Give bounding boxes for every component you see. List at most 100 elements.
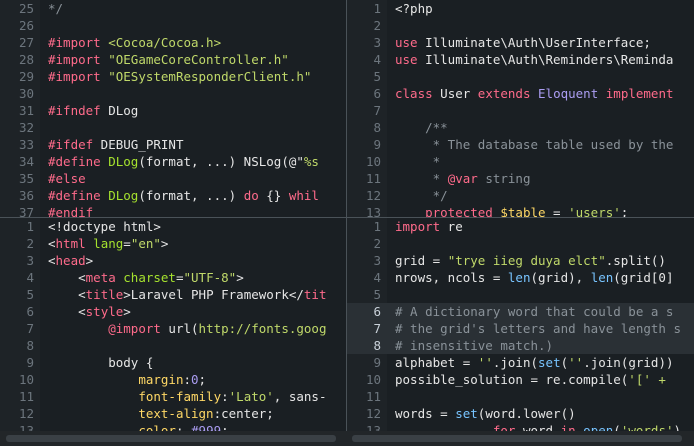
code-line[interactable]: 32 (0, 119, 346, 136)
code-token: < (48, 253, 56, 268)
code-token: protected (395, 205, 493, 217)
line-number: 3 (373, 35, 381, 50)
code-line[interactable]: 8 # insensitive match.) (347, 337, 694, 354)
code-line[interactable]: 7 @import url(http://fonts.goog (0, 320, 346, 337)
editor-pane-objc[interactable]: 25 */ 26 27 #import <Cocoa/Cocoa.h> 28 #import… (0, 0, 346, 217)
code-line[interactable]: 1 <!doctype html> (0, 218, 346, 235)
line-number: 9 (26, 355, 34, 370)
code-line[interactable]: 2 <html lang="en"> (0, 235, 346, 252)
code-line[interactable]: 27 #import <Cocoa/Cocoa.h> (0, 34, 346, 51)
code-token: class (395, 86, 433, 101)
code-token: re (440, 219, 463, 234)
code-line[interactable]: 12 text-align:center; (0, 405, 346, 422)
code-line[interactable]: 4 <meta charset="UTF-8"> (0, 269, 346, 286)
code-line[interactable]: 3 grid = "trye iieg duya elct".split() (347, 252, 694, 269)
code-line[interactable]: 9 * The database table used by the (347, 136, 694, 153)
code-line[interactable]: 1 <?php (347, 0, 694, 17)
code-line[interactable]: 9 alphabet = ''.join(set(''.join(grid)) (347, 354, 694, 371)
scrollbar-thumb[interactable] (352, 435, 682, 442)
code-line[interactable]: 8 (0, 337, 346, 354)
code-token: nrows, ncols = (395, 270, 508, 285)
code-line[interactable]: 11 (347, 388, 694, 405)
code-line[interactable]: 37 #endif (0, 204, 346, 217)
line-number: 11 (365, 389, 381, 404)
code-line[interactable]: 36 #define DLog(format, ...) do {} whil (0, 187, 346, 204)
code-line[interactable]: 7 # the grid's letters and have length s (347, 320, 694, 337)
code-line[interactable]: 5 (347, 68, 694, 85)
code-line[interactable]: 11 font-family:'Lato', sans- (0, 388, 346, 405)
code-text: import re (395, 218, 463, 235)
code-token: '' (568, 355, 584, 370)
code-line[interactable]: 31 #ifndef DLog (0, 102, 346, 119)
code-text: words = set(word.lower() (395, 405, 576, 422)
code-line[interactable]: 1 import re (347, 218, 694, 235)
code-token: in (560, 423, 576, 431)
horizontal-scrollbar[interactable] (0, 431, 694, 446)
code-line[interactable]: 3 <head> (0, 252, 346, 269)
code-line[interactable]: 3 use Illuminate\Auth\UserInterface; (347, 34, 694, 51)
code-line[interactable]: 13 for word in open('words') (347, 422, 694, 431)
code-line[interactable]: 13 color: #999; (0, 422, 346, 431)
code-line[interactable]: 5 <title>Laravel PHP Framework</tit (0, 286, 346, 303)
code-line[interactable]: 6 <style> (0, 303, 346, 320)
code-text: #ifdef DEBUG_PRINT (48, 136, 183, 153)
code-line[interactable]: 28 #import "OEGameCoreController.h" (0, 51, 346, 68)
editor-pane-php[interactable]: 1 <?php 2 3 use Illuminate\Auth\UserInterfac… (347, 0, 694, 217)
code-text: use Illuminate\Auth\UserInterface; (395, 34, 651, 51)
line-number: 6 (26, 304, 34, 319)
editor-pane-html[interactable]: 1 <!doctype html> 2 <html lang="en"> 3 <head>… (0, 218, 346, 431)
code-token: extends (477, 86, 531, 101)
line-number: 5 (373, 69, 381, 84)
code-line[interactable]: 30 (0, 85, 346, 102)
code-token: body { (48, 355, 154, 370)
pane-divider-vertical[interactable] (346, 0, 347, 446)
code-line[interactable]: 7 (347, 102, 694, 119)
code-token: .join(grid)) (583, 355, 674, 370)
line-number: 1 (26, 219, 34, 234)
code-text: class User extends Eloquent implement (395, 85, 674, 102)
line-number: 1 (373, 219, 381, 234)
code-line[interactable]: 12 */ (347, 187, 694, 204)
code-line[interactable]: 2 (347, 17, 694, 34)
code-line[interactable]: 10 * (347, 153, 694, 170)
code-line[interactable]: 33 #ifdef DEBUG_PRINT (0, 136, 346, 153)
code-line[interactable]: 9 body { (0, 354, 346, 371)
code-line[interactable]: 25 */ (0, 0, 346, 17)
code-line[interactable]: 10 possible_solution = re.compile('[' + (347, 371, 694, 388)
line-number: 28 (18, 52, 34, 67)
code-line[interactable]: 13 protected $table = 'users'; (347, 204, 694, 217)
pane-divider-horizontal[interactable] (0, 217, 694, 218)
line-number: 13 (18, 423, 34, 431)
code-line[interactable]: 10 margin:0; (0, 371, 346, 388)
code-token: do (243, 188, 259, 203)
code-token: tit (303, 287, 327, 302)
code-line[interactable]: 4 nrows, ncols = len(grid), len(grid[0] (347, 269, 694, 286)
code-line[interactable]: 8 /** (347, 119, 694, 136)
code-line[interactable]: 34 #define DLog(format, ...) NSLog(@"%s (0, 153, 346, 170)
line-number: 2 (26, 236, 34, 251)
code-line[interactable]: 2 (347, 235, 694, 252)
code-token: {} (258, 188, 289, 203)
line-number: 11 (365, 171, 381, 186)
code-line[interactable]: 26 (0, 17, 346, 34)
code-line[interactable]: 11 * @var string (347, 170, 694, 187)
code-line[interactable]: 12 words = set(word.lower() (347, 405, 694, 422)
code-token: DLog (108, 188, 139, 203)
line-number: 10 (18, 372, 34, 387)
code-line[interactable]: 5 (347, 286, 694, 303)
code-token: "UTF-8" (183, 270, 237, 285)
line-number: 10 (365, 372, 381, 387)
editor-pane-python[interactable]: 1 import re 2 3 grid = "trye iieg duya elct"… (347, 218, 694, 431)
code-line[interactable]: 6 class User extends Eloquent implement (347, 85, 694, 102)
line-number: 36 (18, 188, 34, 203)
code-token: lang (93, 236, 124, 251)
code-line[interactable]: 35 #else (0, 170, 346, 187)
code-text: <head> (48, 252, 93, 269)
code-token: meta (85, 270, 116, 285)
code-token: for (492, 423, 516, 431)
code-line[interactable]: 4 use Illuminate\Auth\Reminders\Reminda (347, 51, 694, 68)
code-line[interactable]: 6 # A dictionary word that could be a s (347, 303, 694, 320)
scrollbar-thumb[interactable] (6, 435, 336, 442)
code-line[interactable]: 29 #import "OESystemResponderClient.h" (0, 68, 346, 85)
code-text: * @var string (395, 170, 531, 187)
